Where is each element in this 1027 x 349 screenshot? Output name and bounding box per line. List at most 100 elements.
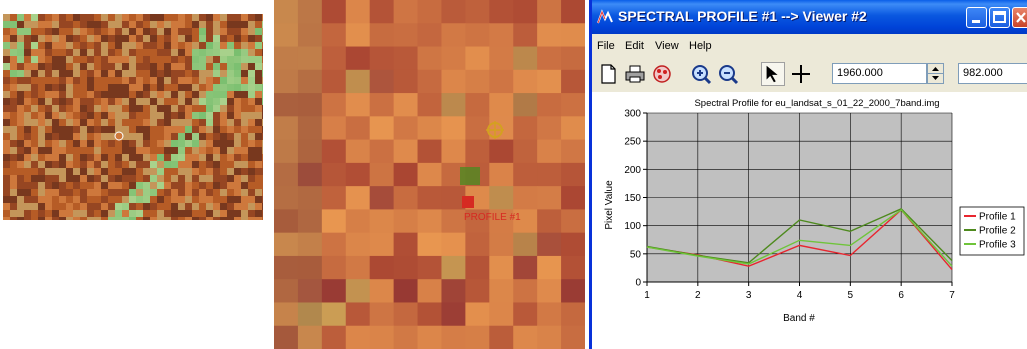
overview-cell bbox=[157, 119, 164, 126]
overview-cell bbox=[94, 84, 101, 91]
overview-cell bbox=[101, 42, 108, 49]
zoom-pixel bbox=[393, 116, 419, 141]
overview-cell bbox=[185, 154, 192, 161]
overview-cell bbox=[94, 112, 101, 119]
zoomed-pixel-viewer[interactable]: PROFILE #1 bbox=[274, 0, 585, 349]
overview-cell bbox=[45, 63, 52, 70]
print-icon[interactable] bbox=[623, 62, 647, 86]
zoom-pixel bbox=[297, 325, 323, 349]
zoom-pixel bbox=[274, 232, 299, 257]
overview-cell bbox=[122, 70, 129, 77]
menu-help[interactable]: Help bbox=[689, 38, 712, 54]
overview-cell bbox=[213, 161, 220, 168]
x-coordinate-field[interactable]: 1960.000 bbox=[832, 63, 927, 84]
menu-edit[interactable]: Edit bbox=[625, 38, 644, 54]
new-document-icon[interactable] bbox=[596, 62, 620, 86]
overview-cell bbox=[10, 168, 17, 175]
overview-cell bbox=[31, 21, 38, 28]
overview-cell bbox=[24, 35, 31, 42]
overview-cell bbox=[171, 98, 178, 105]
overview-cell bbox=[31, 49, 38, 56]
y-coordinate-field[interactable]: 982.000 bbox=[958, 63, 1027, 84]
select-arrow-icon[interactable] bbox=[761, 62, 785, 86]
overview-cell bbox=[80, 35, 87, 42]
overview-cell bbox=[17, 14, 24, 21]
overview-cell bbox=[24, 14, 31, 21]
zoom-pixel bbox=[345, 162, 371, 187]
overview-cell bbox=[73, 161, 80, 168]
zoom-pixel bbox=[369, 69, 395, 94]
overview-cell bbox=[164, 56, 171, 63]
overview-cell bbox=[171, 140, 178, 147]
overview-cell bbox=[248, 14, 255, 21]
overview-cell bbox=[206, 203, 213, 210]
overview-cell bbox=[171, 217, 178, 220]
overview-cell bbox=[101, 21, 108, 28]
palette-icon[interactable] bbox=[650, 62, 674, 86]
overview-cell bbox=[10, 182, 17, 189]
overview-cell bbox=[122, 119, 129, 126]
overview-satellite-image[interactable] bbox=[3, 14, 263, 220]
overview-cell bbox=[220, 112, 227, 119]
overview-cell bbox=[10, 189, 17, 196]
overview-cell bbox=[108, 133, 115, 140]
overview-cell bbox=[150, 210, 157, 217]
overview-cell bbox=[59, 77, 66, 84]
overview-cell bbox=[227, 217, 234, 220]
overview-cell bbox=[150, 161, 157, 168]
overview-cell bbox=[178, 91, 185, 98]
overview-cell bbox=[87, 196, 94, 203]
x-tick-label: 1 bbox=[644, 290, 650, 301]
overview-cell bbox=[185, 91, 192, 98]
overview-cell bbox=[248, 42, 255, 49]
overview-cell bbox=[10, 63, 17, 70]
overview-cell bbox=[178, 140, 185, 147]
overview-cell bbox=[31, 14, 38, 21]
overview-cell bbox=[143, 63, 150, 70]
zoom-pixel-grid bbox=[274, 0, 585, 349]
minimize-button[interactable] bbox=[966, 7, 987, 28]
overview-cell bbox=[199, 147, 206, 154]
crosshair-icon[interactable] bbox=[789, 62, 813, 86]
menu-view[interactable]: View bbox=[655, 38, 679, 54]
overview-cell bbox=[185, 203, 192, 210]
overview-cell bbox=[94, 35, 101, 42]
title-bar[interactable]: SPECTRAL PROFILE #1 --> Viewer #2 bbox=[592, 0, 1027, 34]
y-tick-label: 0 bbox=[635, 278, 641, 289]
overview-cell bbox=[220, 105, 227, 112]
overview-cell bbox=[248, 56, 255, 63]
overview-cell bbox=[52, 98, 59, 105]
overview-cell bbox=[213, 133, 220, 140]
overview-cell bbox=[199, 112, 206, 119]
overview-cell bbox=[66, 28, 73, 35]
overview-cell bbox=[227, 133, 234, 140]
overview-cell bbox=[66, 133, 73, 140]
zoom-pixel bbox=[369, 46, 395, 71]
overview-cell bbox=[150, 28, 157, 35]
overview-cell bbox=[227, 112, 234, 119]
overview-cell bbox=[234, 154, 241, 161]
zoom-pixel bbox=[274, 116, 299, 141]
coordinate-spinner[interactable] bbox=[927, 63, 944, 84]
overview-cell bbox=[129, 126, 136, 133]
zoom-pixel bbox=[417, 209, 443, 234]
overview-cell bbox=[241, 63, 248, 70]
zoom-in-icon[interactable] bbox=[689, 62, 713, 86]
overview-cell bbox=[31, 28, 38, 35]
overview-cell bbox=[262, 119, 263, 126]
menu-file[interactable]: File bbox=[597, 38, 615, 54]
close-button[interactable] bbox=[1012, 7, 1027, 28]
overview-cell bbox=[24, 203, 31, 210]
overview-cell bbox=[178, 63, 185, 70]
zoom-pixel bbox=[369, 116, 395, 141]
overview-cell bbox=[59, 217, 66, 220]
overview-cell bbox=[108, 91, 115, 98]
overview-cell bbox=[115, 28, 122, 35]
overview-cell bbox=[80, 42, 87, 49]
zoom-out-icon[interactable] bbox=[716, 62, 740, 86]
overview-cell bbox=[38, 28, 45, 35]
maximize-button[interactable] bbox=[989, 7, 1010, 28]
overview-cell bbox=[115, 217, 122, 220]
overview-cell bbox=[185, 21, 192, 28]
overview-cell bbox=[80, 63, 87, 70]
